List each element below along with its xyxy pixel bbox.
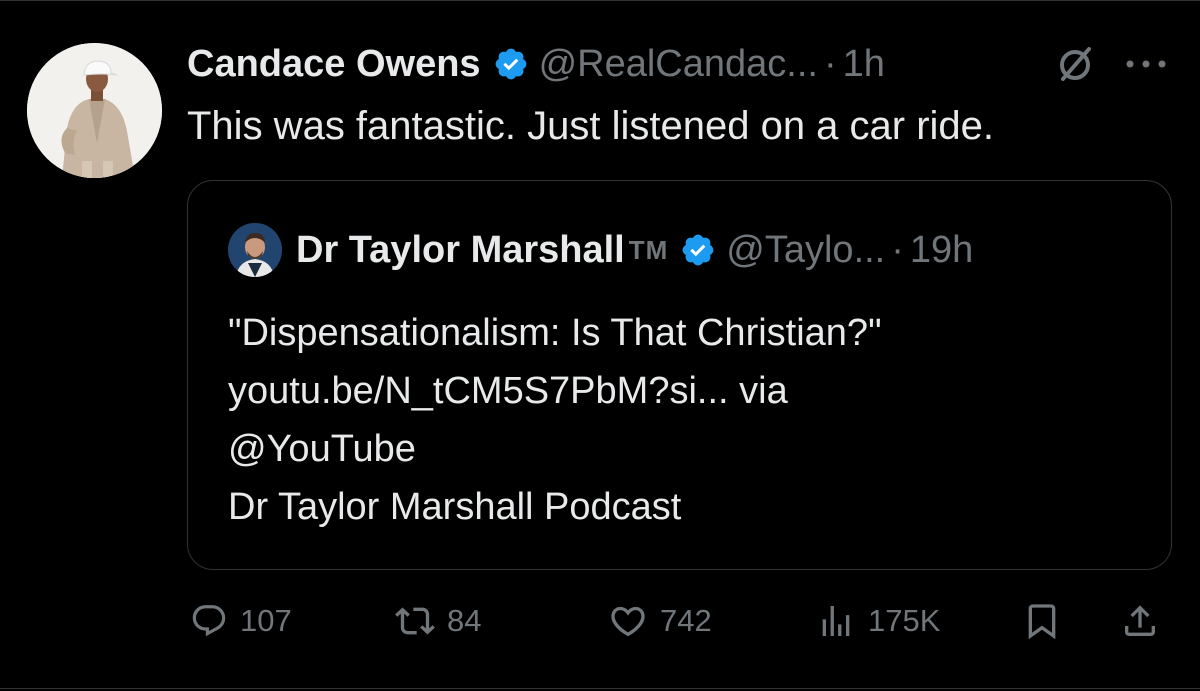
reply-icon	[192, 605, 226, 637]
author-avatar[interactable]	[27, 43, 162, 178]
quoted-header-separator: ·	[891, 228, 904, 271]
like-button[interactable]: 742	[608, 598, 712, 644]
share-button[interactable]	[1120, 598, 1160, 644]
more-icon[interactable]	[1124, 54, 1168, 74]
like-icon	[611, 606, 645, 637]
view-count: 175K	[868, 603, 941, 638]
author-name[interactable]: Candace Owens	[187, 43, 481, 86]
like-count: 742	[660, 603, 712, 638]
quoted-line-title: "Dispensationalism: Is That Christian?"	[228, 312, 882, 354]
repost-icon	[395, 607, 435, 635]
repost-button[interactable]: 84	[395, 598, 481, 644]
quoted-author-name[interactable]: Dr Taylor Marshall	[296, 229, 625, 272]
bookmark-icon	[1028, 604, 1056, 640]
quoted-tweet-time[interactable]: 19h	[910, 229, 973, 272]
quoted-line-podcast: Dr Taylor Marshall Podcast	[228, 486, 682, 528]
quoted-line-link[interactable]: youtu.be/N_tCM5S7PbM?si... via	[228, 362, 882, 420]
tweet-header: Candace Owens @RealCandac... · 1h	[187, 40, 885, 88]
bookmark-button[interactable]	[1022, 598, 1062, 644]
trademark-label: TM	[628, 234, 669, 265]
quoted-tweet-card[interactable]: Dr Taylor Marshall TM @Taylo... · 19h "D…	[187, 180, 1172, 570]
reply-count: 107	[240, 603, 292, 638]
author-handle[interactable]: @RealCandac...	[539, 43, 818, 86]
bottom-divider	[0, 688, 1200, 689]
author-avatar-image	[27, 43, 162, 178]
top-divider	[0, 0, 1200, 1]
views-button[interactable]: 175K	[816, 598, 940, 644]
tweet-time[interactable]: 1h	[843, 43, 885, 86]
reply-button[interactable]: 107	[190, 598, 292, 644]
repost-count: 84	[447, 603, 482, 638]
tweet-text: This was fantastic. Just listened on a c…	[187, 104, 995, 148]
views-icon	[822, 606, 850, 636]
verified-badge-icon	[493, 46, 529, 82]
header-separator: ·	[823, 42, 837, 85]
quoted-tweet-text: "Dispensationalism: Is That Christian?" …	[228, 304, 882, 536]
quoted-author-handle[interactable]: @Taylo...	[726, 229, 885, 272]
verified-badge-icon	[680, 232, 716, 268]
quoted-line-mention[interactable]: @YouTube	[228, 420, 882, 478]
quoted-tweet-header: Dr Taylor Marshall TM @Taylo... · 19h	[228, 223, 973, 277]
quoted-author-avatar[interactable]	[228, 223, 282, 277]
share-icon	[1125, 605, 1155, 636]
grok-icon[interactable]	[1055, 44, 1095, 84]
